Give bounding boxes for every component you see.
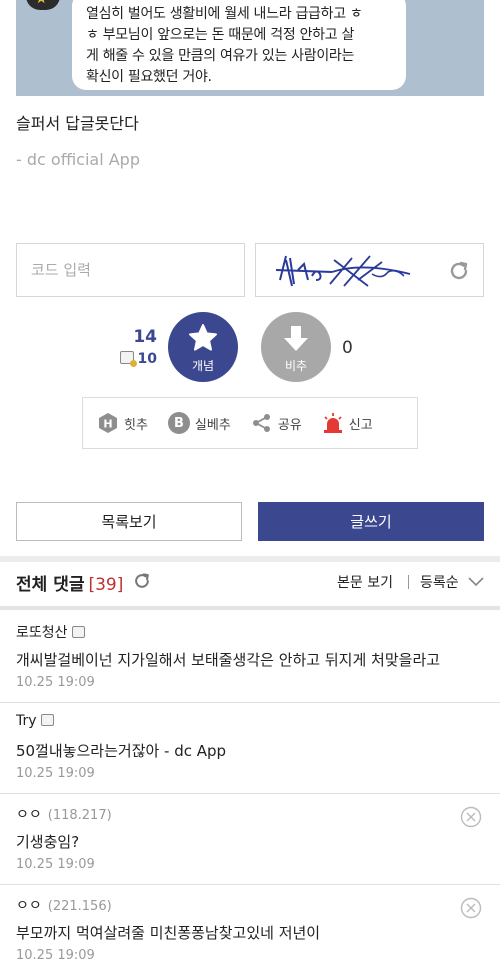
list-view-button[interactable]: 목록보기 — [16, 502, 242, 541]
comment-item: ㅇㅇ (118.217) 기생충임? 10.25 19:09 — [0, 794, 500, 885]
downvote-count: 0 — [342, 338, 353, 358]
hit-icon: H — [97, 412, 119, 434]
comment-body: 기생충임? — [16, 833, 80, 851]
comment-item: Try 50껄내놓으라는거잖아 - dc App 10.25 19:09 — [0, 703, 500, 794]
comment-date: 10.25 19:09 — [16, 948, 95, 962]
gallery-member-icon — [71, 626, 85, 638]
chat-avatar: ★ — [26, 0, 60, 10]
comment-author-name: Try — [16, 713, 37, 729]
upvote-count: 14 — [133, 327, 157, 347]
hit-recommend-label: 힛추 — [124, 417, 148, 433]
comment-body: 개씨발걸베이넌 지가일해서 보태줄생각은 안하고 뒤지게 처맞을라고 — [16, 651, 441, 669]
star-icon — [189, 324, 217, 351]
downvote-button[interactable]: 비추 — [261, 312, 331, 382]
comment-date: 10.25 19:09 — [16, 766, 95, 781]
comment-date: 10.25 19:09 — [16, 675, 95, 690]
comment-body: 부모까지 먹여살려줄 미친퐁퐁남찾고있네 저년이 — [16, 924, 321, 942]
comments-title: 전체 댓글 — [16, 575, 85, 595]
comment-author-name: ㅇㅇ — [16, 898, 42, 914]
comment-author[interactable]: ㅇㅇ (118.217) — [16, 804, 112, 824]
gallery-member-icon — [40, 714, 54, 726]
captcha-image-box — [255, 243, 484, 297]
delete-comment-icon[interactable] — [460, 806, 482, 828]
section-divider — [0, 556, 500, 562]
separator — [408, 575, 409, 589]
sort-order-select[interactable]: 등록순 — [420, 572, 459, 592]
comment-item: 로또청산 개씨발걸베이넌 지가일해서 보태줄생각은 안하고 뒤지게 처맞을라고 … — [0, 610, 500, 703]
comment-date: 10.25 19:09 — [16, 857, 95, 872]
share-label: 공유 — [277, 417, 302, 433]
chat-line: 확신이 필요했던 거야. — [86, 69, 212, 85]
comment-author-name: ㅇㅇ — [16, 807, 42, 823]
view-original-link[interactable]: 본문 보기 — [337, 572, 393, 592]
upvote-label: 개념 — [191, 359, 215, 373]
comment-ip: (118.217) — [47, 808, 112, 823]
comment-item: ㅇㅇ (221.156) 부모까지 먹여살려줄 미친퐁퐁남찾고있네 저년이 10.… — [0, 885, 500, 962]
upvote-button[interactable]: 개념 — [168, 312, 238, 382]
comment-author[interactable]: ㅇㅇ (221.156) — [16, 895, 112, 915]
captcha-code-input[interactable] — [16, 243, 245, 297]
share-button[interactable]: 공유 — [251, 412, 302, 434]
best-recommend-button[interactable]: B 실베추 — [167, 412, 231, 434]
chevron-down-icon[interactable] — [468, 574, 484, 588]
fixed-upvote-value: 10 — [137, 351, 157, 367]
best-icon: B — [167, 412, 190, 434]
refresh-icon[interactable] — [447, 259, 471, 283]
hit-recommend-button[interactable]: H 힛추 — [97, 412, 148, 434]
app-signature: - dc official App — [16, 150, 140, 169]
best-recommend-label: 실베추 — [194, 417, 231, 433]
chat-line: ㅎ 부모님이 앞으로는 돈 때문에 걱정 안하고 살 — [86, 27, 355, 43]
fixed-upvote-count: 10 — [100, 351, 157, 367]
comment-author-name: 로또청산 — [16, 625, 68, 641]
report-label: 신고 — [348, 417, 373, 433]
gallery-member-icon — [119, 351, 137, 367]
chat-bubble: 열심히 벌어도 생활비에 월세 내느라 급급하고 ㅎ ㅎ 부모님이 앞으로는 돈… — [72, 0, 406, 90]
arrow-down-icon — [284, 326, 308, 351]
chat-line: 게 해줄 수 있을 만큼의 여유가 있는 사람이라는 — [86, 48, 355, 64]
report-button[interactable]: 신고 — [322, 412, 373, 434]
comment-ip: (221.156) — [47, 899, 112, 914]
delete-comment-icon[interactable] — [460, 897, 482, 919]
chat-line: 열심히 벌어도 생활비에 월세 내느라 급급하고 ㅎ — [86, 6, 363, 22]
comment-author[interactable]: Try — [16, 713, 54, 729]
comment-body: 50껄내놓으라는거잖아 - dc App — [16, 742, 227, 760]
post-chat-image: ★ 열심히 벌어도 생활비에 월세 내느라 급급하고 ㅎ ㅎ 부모님이 앞으로는… — [16, 0, 484, 96]
star-icon: ★ — [35, 0, 48, 6]
share-icon — [251, 412, 273, 434]
svg-text:H: H — [103, 418, 112, 431]
comments-header: 전체 댓글 [39] — [16, 570, 123, 595]
comments-count: [39] — [88, 575, 124, 595]
comment-author[interactable]: 로또청산 — [16, 622, 85, 642]
captcha-image — [275, 255, 411, 287]
siren-icon — [322, 412, 344, 434]
write-post-button[interactable]: 글쓰기 — [258, 502, 484, 541]
downvote-label: 비추 — [284, 359, 308, 373]
post-body-text: 슬퍼서 답글못단다 — [16, 114, 139, 133]
refresh-comments-icon[interactable] — [132, 571, 152, 591]
post-action-bar: H 힛추 B 실베추 공유 신고 — [82, 397, 418, 449]
